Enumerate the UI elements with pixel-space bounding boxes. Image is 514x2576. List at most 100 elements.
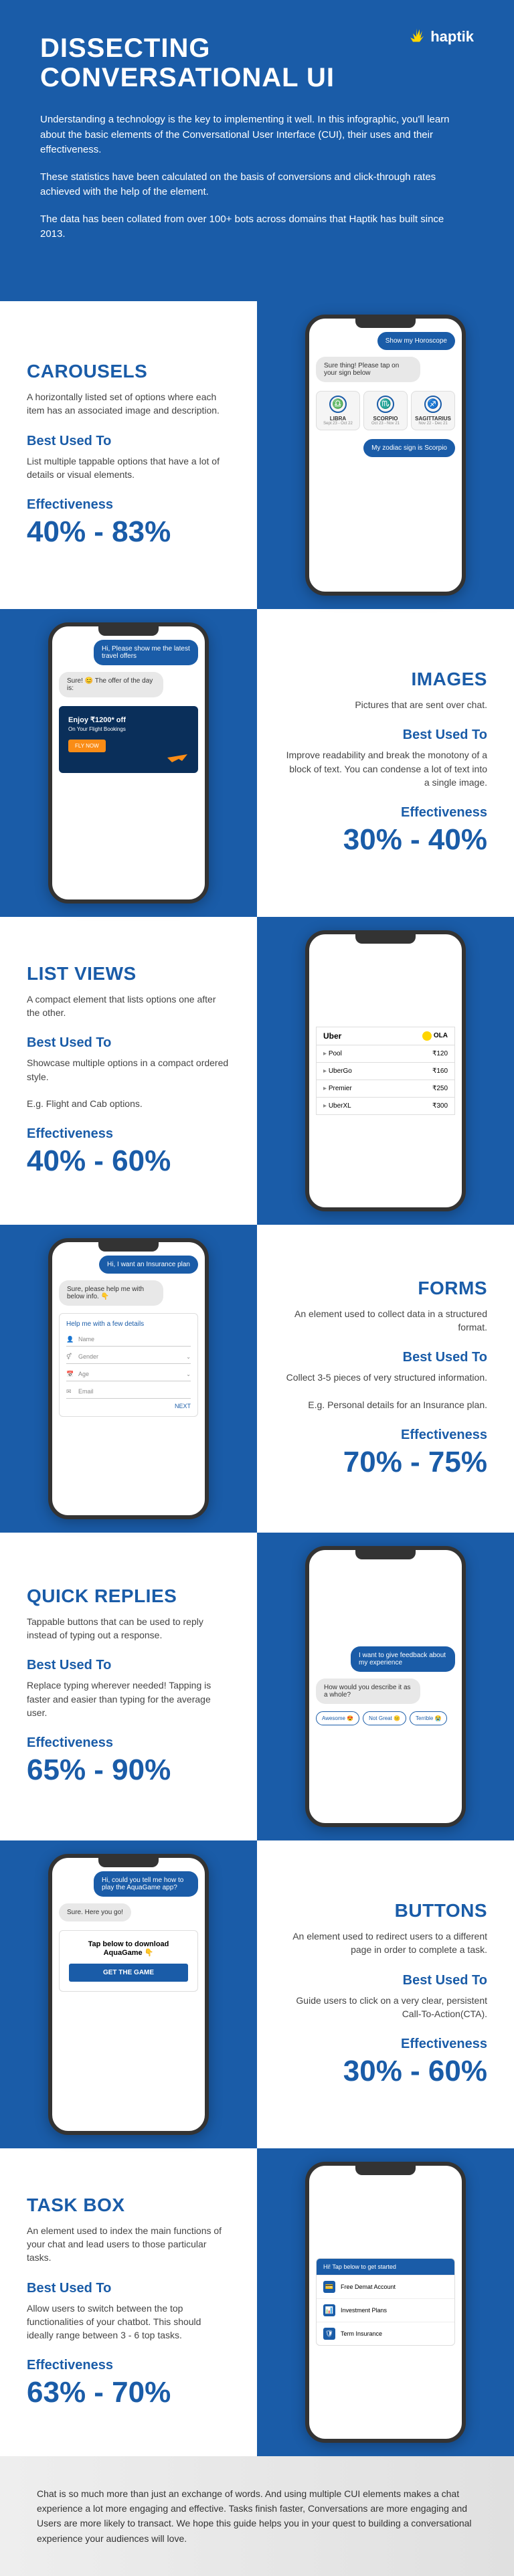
carousel-item[interactable]: ♏SCORPIOOct 23 - Nov 21	[363, 391, 408, 430]
chart-icon: 📊	[323, 2304, 335, 2316]
best-used-label: Best Used To	[27, 434, 230, 449]
images-title: IMAGES	[284, 669, 487, 690]
section-images: Hi, Please show me the latest travel off…	[0, 609, 514, 917]
list-item[interactable]: UberXL₹300	[316, 1098, 455, 1115]
person-icon: 👤	[66, 1336, 74, 1343]
list-item[interactable]: UberGo₹160	[316, 1063, 455, 1080]
age-field[interactable]: 📅Age⌄	[66, 1368, 191, 1381]
section-listviews: LIST VIEWS A compact element that lists …	[0, 917, 514, 1225]
best-used-label: Best Used To	[27, 1658, 230, 1673]
promo-card: Enjoy ₹1200* off On Your Flight Bookings…	[59, 706, 198, 773]
chevron-down-icon: ⌄	[186, 1354, 191, 1360]
calendar-icon: 📅	[66, 1371, 74, 1378]
quick-reply-button[interactable]: Awesome 😍	[316, 1711, 359, 1725]
forms-desc: An element used to collect data in a str…	[284, 1307, 487, 1335]
bot-message: How would you describe it as a whole?	[316, 1679, 420, 1704]
list-item[interactable]: Premier₹250	[316, 1080, 455, 1098]
taskbox-item[interactable]: 📊Investment Plans	[317, 2298, 454, 2322]
phone-mockup: Hi, could you tell me how to play the Aq…	[48, 1854, 209, 2135]
phone-mockup: Show my Horoscope Sure thing! Please tap…	[305, 315, 466, 596]
promo-title: Enjoy ₹1200* off	[68, 715, 189, 724]
images-desc: Pictures that are sent over chat.	[284, 698, 487, 711]
buttons-desc: An element used to redirect users to a d…	[284, 1929, 487, 1957]
cta-card: Tap below to download AquaGame 👇 GET THE…	[59, 1930, 198, 1992]
effectiveness-label: Effectiveness	[27, 1735, 230, 1751]
bot-message: Sure! 😊 The offer of the day is:	[59, 672, 163, 697]
quick-reply-row: Awesome 😍 Not Great 😐 Terrible 😭	[316, 1711, 455, 1725]
listviews-best: Showcase multiple options in a compact o…	[27, 1056, 230, 1110]
carousel-row[interactable]: ♎LIBRASept 23 - Oct 22 ♏SCORPIOOct 23 - …	[316, 391, 455, 430]
effectiveness-label: Effectiveness	[284, 2037, 487, 2052]
quickreplies-title: QUICK REPLIES	[27, 1585, 230, 1607]
best-used-label: Best Used To	[27, 1035, 230, 1051]
name-field[interactable]: 👤Name	[66, 1333, 191, 1347]
taskbox-card: Hi! Tap below to get started 💳Free Demat…	[316, 2258, 455, 2346]
best-used-label: Best Used To	[284, 1350, 487, 1365]
taskbox-best: Allow users to switch between the top fu…	[27, 2302, 230, 2342]
effectiveness-label: Effectiveness	[27, 1126, 230, 1142]
account-icon: 💳	[323, 2281, 335, 2293]
forms-title: FORMS	[284, 1278, 487, 1299]
effectiveness-label: Effectiveness	[284, 805, 487, 821]
forms-best: Collect 3-5 pieces of very structured in…	[284, 1371, 487, 1411]
buttons-title: BUTTONS	[284, 1900, 487, 1921]
intro-p2: These statistics have been calculated on…	[40, 170, 455, 200]
get-game-button[interactable]: GET THE GAME	[69, 1964, 188, 1982]
promo-subtitle: On Your Flight Bookings	[68, 726, 189, 732]
list-item[interactable]: Pool₹120	[316, 1045, 455, 1063]
carousel-item[interactable]: ♐SAGITTARIUSNov 22 - Dec 21	[411, 391, 455, 430]
email-field[interactable]: ✉Email	[66, 1385, 191, 1399]
taskbox-header: Hi! Tap below to get started	[317, 2259, 454, 2275]
brand-name: haptik	[430, 28, 474, 46]
sagittarius-icon: ♐	[424, 396, 442, 413]
taskbox-desc: An element used to index the main functi…	[27, 2224, 230, 2265]
user-message: Hi, could you tell me how to play the Aq…	[94, 1871, 198, 1897]
taskbox-item[interactable]: 💳Free Demat Account	[317, 2275, 454, 2298]
quick-reply-button[interactable]: Terrible 😭	[410, 1711, 447, 1725]
chevron-down-icon: ⌄	[186, 1371, 191, 1377]
intro-p3: The data has been collated from over 100…	[40, 212, 455, 242]
intro-p1: Understanding a technology is the key to…	[40, 112, 455, 158]
listviews-title: LIST VIEWS	[27, 963, 230, 984]
mail-icon: ✉	[66, 1388, 74, 1395]
plane-icon	[166, 748, 193, 768]
listviews-desc: A compact element that lists options one…	[27, 993, 230, 1020]
carousels-best: List multiple tappable options that have…	[27, 454, 230, 482]
page-title-line2: CONVERSATIONAL UI	[40, 63, 474, 92]
uber-logo: Uber	[323, 1031, 341, 1041]
ola-logo: OLA	[422, 1031, 448, 1041]
section-taskbox: TASK BOX An element used to index the ma…	[0, 2148, 514, 2456]
bot-message: Sure, please help me with below info. 👇	[59, 1280, 163, 1306]
header: haptik DISSECTING CONVERSATIONAL UI Unde…	[0, 0, 514, 301]
scorpio-icon: ♏	[377, 396, 394, 413]
phone-mockup: I want to give feedback about my experie…	[305, 1546, 466, 1827]
quickreplies-effectiveness: 65% - 90%	[27, 1753, 230, 1787]
fly-now-button[interactable]: FLY NOW	[68, 740, 106, 752]
phone-mockup: Uber OLA Pool₹120 UberGo₹160 Premier₹250…	[305, 930, 466, 1211]
section-buttons: Hi, could you tell me how to play the Aq…	[0, 1840, 514, 2148]
buttons-effectiveness: 30% - 60%	[284, 2055, 487, 2088]
user-message: My zodiac sign is Scorpio	[363, 439, 455, 457]
form-title: Help me with a few details	[66, 1320, 191, 1328]
forms-effectiveness: 70% - 75%	[284, 1446, 487, 1479]
taskbox-item[interactable]: 🛡Term Insurance	[317, 2322, 454, 2345]
carousel-item[interactable]: ♎LIBRASept 23 - Oct 22	[316, 391, 360, 430]
phone-mockup: Hi, Please show me the latest travel off…	[48, 622, 209, 904]
bot-message: Sure. Here you go!	[59, 1903, 131, 1921]
next-button[interactable]: NEXT	[66, 1403, 191, 1409]
effectiveness-label: Effectiveness	[27, 2358, 230, 2373]
effectiveness-label: Effectiveness	[27, 497, 230, 513]
quickreplies-desc: Tappable buttons that can be used to rep…	[27, 1615, 230, 1642]
ola-icon	[422, 1031, 432, 1041]
listviews-effectiveness: 40% - 60%	[27, 1144, 230, 1178]
carousels-title: CAROUSELS	[27, 361, 230, 382]
quick-reply-button[interactable]: Not Great 😐	[363, 1711, 406, 1725]
list-view: Uber OLA Pool₹120 UberGo₹160 Premier₹250…	[316, 1027, 455, 1115]
taskbox-effectiveness: 63% - 70%	[27, 2376, 230, 2409]
best-used-label: Best Used To	[284, 727, 487, 743]
user-message: Hi, I want an Insurance plan	[99, 1256, 198, 1274]
section-forms: Hi, I want an Insurance plan Sure, pleas…	[0, 1225, 514, 1533]
bot-message: Sure thing! Please tap on your sign belo…	[316, 357, 420, 382]
gender-field[interactable]: ⚥Gender⌄	[66, 1351, 191, 1364]
images-effectiveness: 30% - 40%	[284, 823, 487, 857]
